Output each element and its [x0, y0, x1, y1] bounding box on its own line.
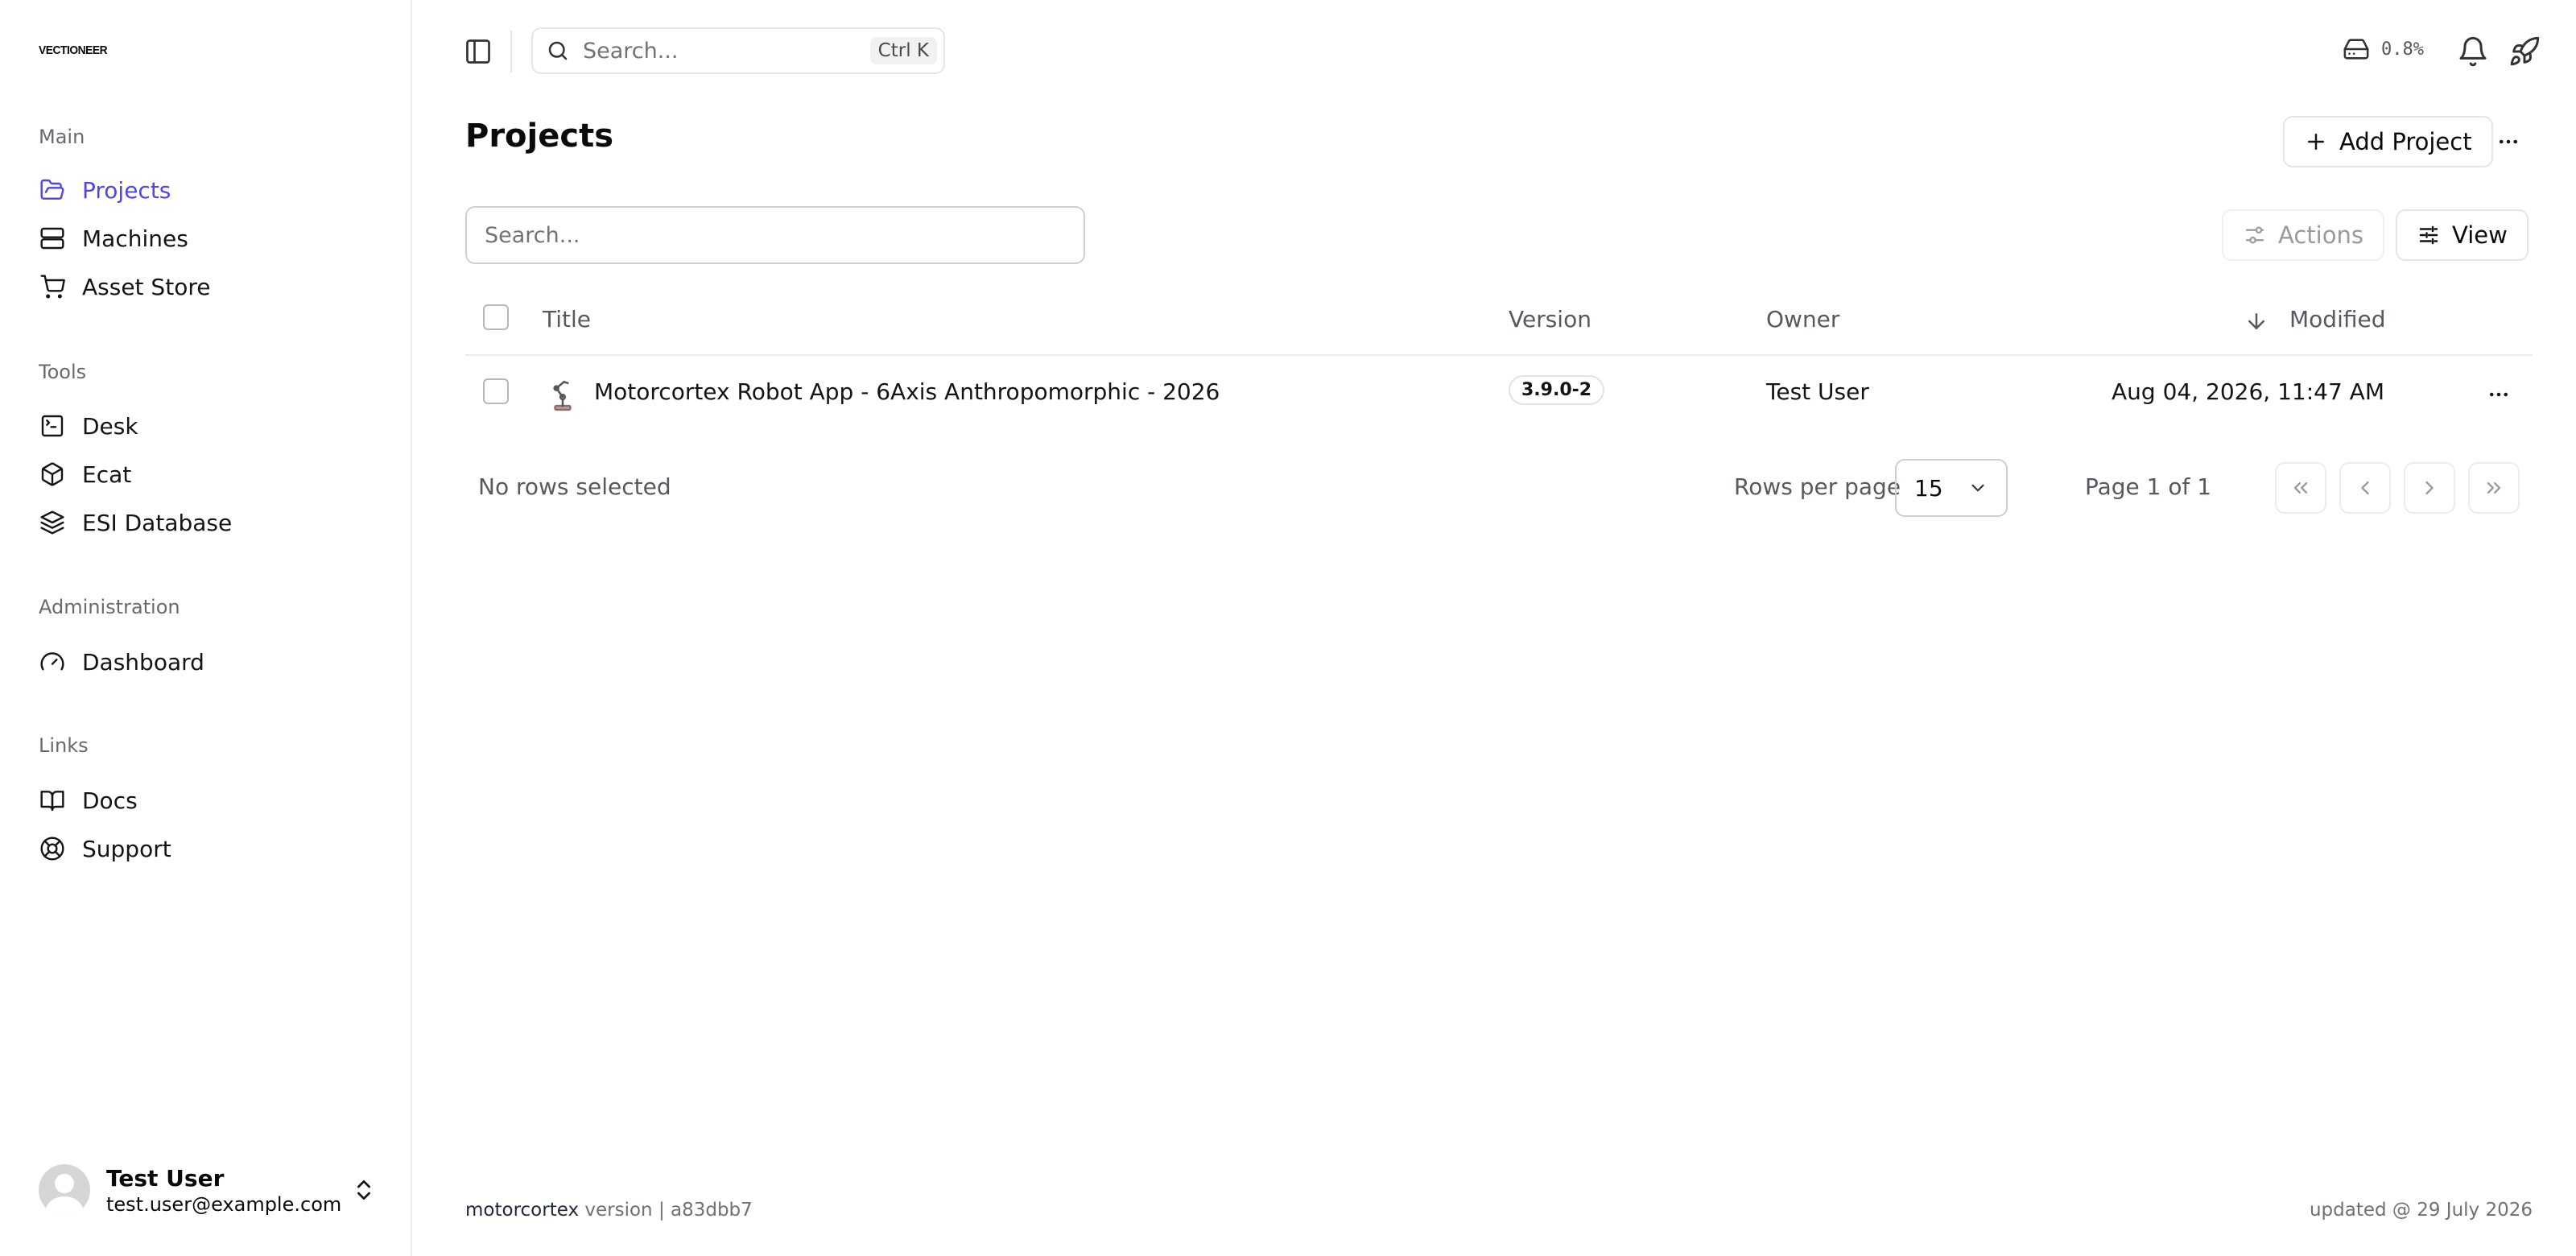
- sidebar-item-label: Support: [82, 835, 171, 862]
- sidebar-item-label: Asset Store: [82, 273, 211, 300]
- selection-status: No rows selected: [478, 473, 671, 500]
- sidebar-item-ecat[interactable]: Ecat: [39, 453, 131, 495]
- sidebar: VECTIONEER Main Projects Machines Asset …: [0, 0, 412, 1256]
- search-icon: [548, 41, 568, 60]
- page-info: Page 1 of 1: [2085, 473, 2212, 500]
- actions-button[interactable]: Actions: [2222, 209, 2384, 261]
- previous-page-button[interactable]: [2339, 462, 2391, 514]
- chevron-right-icon: [2425, 481, 2434, 495]
- folder-open-icon: [39, 176, 66, 204]
- table-header: Title Version Owner Modified: [465, 291, 2533, 356]
- chevron-left-icon: [2361, 481, 2369, 495]
- next-page-button[interactable]: [2404, 462, 2455, 514]
- view-label: View: [2452, 221, 2508, 249]
- logo[interactable]: VECTIONEER: [39, 43, 108, 57]
- plus-icon: [2308, 134, 2324, 150]
- global-search[interactable]: Search... Ctrl K: [531, 27, 945, 74]
- sidebar-item-docs[interactable]: Docs: [39, 779, 138, 821]
- last-page-button[interactable]: [2468, 462, 2520, 514]
- group-label-tools: Tools: [39, 361, 87, 383]
- sidebar-item-label: Ecat: [82, 461, 132, 488]
- sidebar-item-machines[interactable]: Machines: [39, 217, 188, 259]
- page-title: Projects: [465, 118, 614, 155]
- project-owner: Test User: [1766, 378, 1869, 405]
- bell-icon[interactable]: [2457, 35, 2489, 68]
- sidebar-item-support[interactable]: Support: [39, 828, 171, 870]
- topbar-divider: [510, 31, 512, 72]
- user-name: Test User: [106, 1164, 225, 1192]
- column-header-modified[interactable]: Modified: [2289, 306, 2385, 333]
- sidebar-item-label: Machines: [82, 225, 188, 252]
- row-checkbox[interactable]: [483, 378, 509, 404]
- lifebuoy-icon: [39, 835, 66, 862]
- rows-per-page-value: 15: [1914, 474, 1943, 502]
- project-modified: Aug 04, 2026, 11:47 AM: [2112, 378, 2384, 405]
- global-search-placeholder: Search...: [583, 38, 679, 64]
- page-more-button[interactable]: [2489, 122, 2528, 161]
- table-row[interactable]: Motorcortex Robot App - 6Axis Anthropomo…: [465, 357, 2533, 432]
- gauge-icon: [39, 648, 66, 676]
- rocket-icon[interactable]: [2508, 35, 2541, 68]
- updated-footer: updated @ 29 July 2026: [2309, 1200, 2533, 1221]
- version-text: version | a83dbb7: [584, 1200, 753, 1221]
- group-label-main: Main: [39, 126, 85, 148]
- group-label-links: Links: [39, 734, 89, 757]
- cart-icon: [39, 273, 66, 300]
- shortcut-badge: Ctrl K: [869, 37, 937, 64]
- select-all-checkbox[interactable]: [483, 304, 509, 330]
- column-header-owner[interactable]: Owner: [1766, 306, 1839, 333]
- row-actions-button[interactable]: [2479, 375, 2518, 414]
- column-header-title[interactable]: Title: [543, 306, 591, 333]
- more-horizontal-icon: [2500, 139, 2517, 144]
- rows-per-page-label: Rows per page: [1734, 473, 1901, 500]
- server-icon: [39, 225, 66, 252]
- disk-usage-value: 0.8%: [2381, 39, 2424, 60]
- sidebar-item-label: Dashboard: [82, 648, 204, 676]
- table-search-input[interactable]: [465, 206, 1085, 264]
- user-email: test.user@example.com: [106, 1192, 342, 1216]
- chevrons-up-down-icon: [357, 1180, 370, 1200]
- sidebar-item-projects[interactable]: Projects: [39, 169, 171, 211]
- table-footer: No rows selected Rows per page 15 Page 1…: [465, 459, 2533, 519]
- view-button[interactable]: View: [2396, 209, 2529, 261]
- layers-icon: [39, 509, 66, 536]
- project-title[interactable]: Motorcortex Robot App - 6Axis Anthropomo…: [594, 378, 1220, 405]
- robot-arm-icon: [553, 381, 572, 411]
- disk-usage[interactable]: 0.8%: [2343, 35, 2424, 63]
- version-badge: 3.9.0-2: [1509, 375, 1605, 405]
- add-project-label: Add Project: [2339, 128, 2472, 155]
- actions-label: Actions: [2278, 221, 2363, 249]
- sidebar-item-label: Desk: [82, 412, 138, 440]
- sidebar-item-label: Docs: [82, 787, 138, 814]
- arrow-down-icon[interactable]: [2244, 309, 2268, 333]
- sidebar-item-desk[interactable]: Desk: [39, 405, 138, 447]
- sidebar-toggle-icon[interactable]: [464, 37, 493, 66]
- rows-per-page-select[interactable]: 15: [1895, 459, 2008, 517]
- settings-2-icon: [2419, 225, 2438, 245]
- product-name[interactable]: motorcortex: [465, 1200, 579, 1221]
- chevron-down-icon: [1971, 484, 1984, 492]
- first-page-button[interactable]: [2275, 462, 2326, 514]
- sidebar-item-label: ESI Database: [82, 509, 233, 536]
- more-horizontal-icon: [2490, 392, 2508, 397]
- add-project-button[interactable]: Add Project: [2283, 116, 2493, 167]
- box-icon: [39, 461, 66, 488]
- sidebar-item-label: Projects: [82, 176, 171, 204]
- user-menu[interactable]: Test User test.user@example.com: [39, 1164, 377, 1216]
- chevrons-right-icon: [2487, 482, 2501, 494]
- sidebar-item-esi-database[interactable]: ESI Database: [39, 502, 232, 543]
- book-icon: [39, 787, 66, 814]
- app-version-footer: motorcortex version | a83dbb7: [465, 1200, 753, 1221]
- sliders-icon: [2245, 226, 2264, 244]
- group-label-administration: Administration: [39, 596, 180, 618]
- sidebar-item-asset-store[interactable]: Asset Store: [39, 266, 210, 308]
- hard-drive-icon: [2343, 39, 2369, 60]
- chevrons-left-icon: [2293, 482, 2308, 494]
- terminal-icon: [39, 412, 66, 440]
- column-header-version[interactable]: Version: [1509, 306, 1591, 333]
- sidebar-item-dashboard[interactable]: Dashboard: [39, 641, 204, 683]
- avatar: [39, 1164, 90, 1216]
